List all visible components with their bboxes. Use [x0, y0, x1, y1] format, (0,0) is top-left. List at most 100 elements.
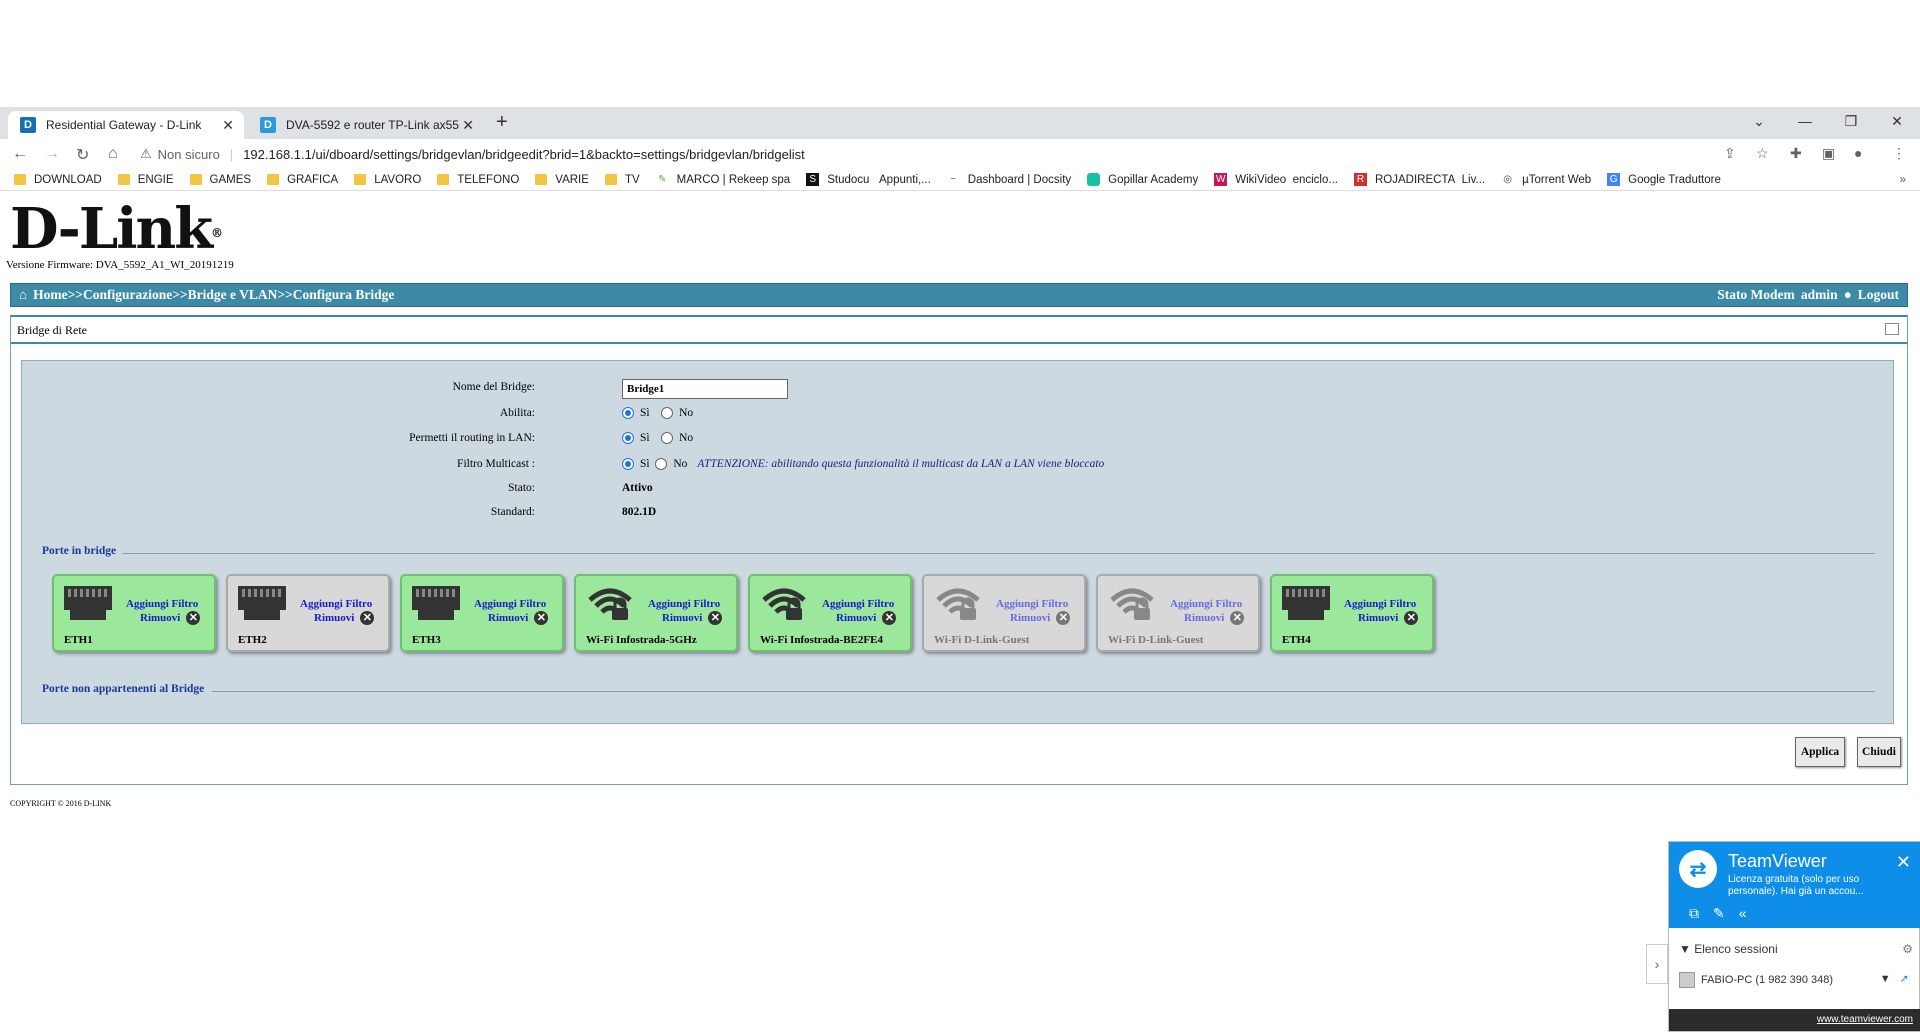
bookmark-marco[interactable]: ✎ MARCO | Rekeep spa [656, 173, 790, 186]
apply-button[interactable]: Applica [1795, 737, 1845, 767]
remove-link[interactable]: Rimuovi ✕ [140, 611, 201, 625]
session-actions[interactable]: ▼ ➚ [1880, 972, 1909, 985]
port-tile[interactable]: Aggiungi Filtro Rimuovi ✕ Wi-Fi Infostrad… [748, 574, 912, 652]
bookmark-lavoro[interactable]: LAVORO [354, 174, 421, 186]
remove-icon[interactable]: ✕ [882, 611, 897, 625]
bookmark-translate[interactable]: G Google Traduttore [1607, 173, 1721, 186]
add-filter-link[interactable]: Aggiungi Filtro [1344, 598, 1416, 610]
remove-icon[interactable]: ✕ [360, 611, 375, 625]
add-filter-link[interactable]: Aggiungi Filtro [300, 598, 372, 610]
stato-modem-link[interactable]: Stato Modem [1717, 287, 1795, 303]
share-icon[interactable]: ⇪ [1724, 145, 1736, 162]
tools-icon[interactable]: ✎ [1713, 905, 1725, 922]
remove-link[interactable]: Rimuovi ✕ [836, 611, 897, 625]
teamviewer-link[interactable]: www.teamviewer.com [1669, 1009, 1920, 1031]
remove-icon[interactable]: ✕ [1230, 611, 1245, 625]
forward-icon[interactable]: → [44, 145, 60, 163]
remove-link[interactable]: Rimuovi ✕ [662, 611, 723, 625]
bookmark-games[interactable]: GAMES [189, 174, 251, 186]
tab-residential-gateway[interactable]: D Residential Gateway - D-Link ✕ [8, 111, 244, 139]
bookmark-telefono[interactable]: TELEFONO [437, 174, 519, 186]
minimize-button[interactable]: — [1782, 107, 1828, 139]
bookmark-wikivideo[interactable]: W WikiVideo enciclo... [1214, 173, 1338, 186]
port-tile[interactable]: Aggiungi Filtro Rimuovi ✕ ETH1 [52, 574, 216, 652]
address-bar[interactable]: ⚠ Non sicuro | 192.168.1.1/ui/dboard/set… [140, 142, 1740, 166]
bookmark-rojadirecta[interactable]: R ROJADIRECTA Liv... [1353, 173, 1485, 186]
wifi-lock-icon [762, 588, 806, 620]
add-filter-link[interactable]: Aggiungi Filtro [996, 598, 1068, 610]
routing-no-radio[interactable] [661, 432, 674, 444]
menu-icon[interactable]: ⋮ [1892, 145, 1906, 162]
new-tab-button[interactable]: + [496, 111, 508, 134]
extensions-icon[interactable]: ✚ [1790, 145, 1802, 162]
tab-dva-5592[interactable]: D DVA-5592 e router TP-Link ax55 ✕ [248, 111, 484, 139]
port-tile[interactable]: Aggiungi Filtro Rimuovi ✕ ETH3 [400, 574, 564, 652]
breadcrumb[interactable]: Home>>Configurazione>>Bridge e VLAN>>Con… [33, 287, 394, 303]
add-filter-link[interactable]: Aggiungi Filtro [474, 598, 546, 610]
remove-link[interactable]: Rimuovi ✕ [488, 611, 549, 625]
collapse-icon[interactable]: « [1739, 905, 1747, 921]
connect-icon[interactable]: ➚ [1900, 973, 1909, 985]
remove-link[interactable]: Rimuovi ✕ [1010, 611, 1071, 625]
bookmark-gopillar[interactable]: Gopillar Academy [1087, 173, 1198, 186]
close-icon[interactable]: ✕ [1896, 852, 1911, 873]
port-tile[interactable]: Aggiungi Filtro Rimuovi ✕ Wi-Fi Infostrad… [574, 574, 738, 652]
more-bookmarks-icon[interactable]: » [1900, 174, 1906, 186]
remove-link[interactable]: Rimuovi ✕ [1358, 611, 1419, 625]
copy-icon[interactable]: ⧉ [1689, 905, 1699, 922]
bookmark-docsity[interactable]: ~ Dashboard | Docsity [947, 173, 1071, 186]
remove-icon[interactable]: ✕ [708, 611, 723, 625]
gear-icon[interactable]: ⚙ [1902, 942, 1913, 956]
abilita-no-radio[interactable] [661, 407, 674, 419]
sidepanel-icon[interactable]: ▣ [1822, 145, 1835, 162]
port-tile[interactable]: Aggiungi Filtro Rimuovi ✕ Wi-Fi D-Link-Gu… [1096, 574, 1260, 652]
bookmark-engie[interactable]: ENGIE [117, 174, 174, 186]
restore-button[interactable]: ❐ [1828, 107, 1874, 139]
port-tile[interactable]: Aggiungi Filtro Rimuovi ✕ Wi-Fi D-Link-Gu… [922, 574, 1086, 652]
close-button[interactable]: Chiudi [1857, 737, 1901, 767]
profile-avatar[interactable]: ● [1854, 145, 1862, 161]
filtro-si-radio[interactable] [622, 458, 634, 470]
logout-link[interactable]: Logout [1858, 287, 1899, 303]
bookmark-download[interactable]: DOWNLOAD [14, 174, 102, 186]
port-name: ETH4 [1282, 634, 1311, 646]
add-filter-link[interactable]: Aggiungi Filtro [822, 598, 894, 610]
session-item[interactable]: FABIO-PC (1 982 390 348) [1679, 972, 1833, 988]
back-icon[interactable]: ← [12, 145, 28, 163]
close-window-button[interactable]: ✕ [1874, 107, 1920, 139]
filtro-no-radio[interactable] [655, 458, 668, 470]
bookmark-tv[interactable]: TV [604, 174, 640, 186]
wifi-lock-icon [936, 588, 980, 620]
sessions-header[interactable]: ▼ Elenco sessioni [1679, 942, 1778, 956]
add-filter-link[interactable]: Aggiungi Filtro [1170, 598, 1242, 610]
remove-link[interactable]: Rimuovi ✕ [314, 611, 375, 625]
port-tile[interactable]: Aggiungi Filtro Rimuovi ✕ ETH2 [226, 574, 390, 652]
remove-icon[interactable]: ✕ [1056, 611, 1071, 625]
bookmark-varie[interactable]: VARIE [535, 174, 589, 186]
add-filter-link[interactable]: Aggiungi Filtro [648, 598, 720, 610]
home-icon[interactable]: ⌂ [19, 287, 27, 303]
abilita-si-radio[interactable] [622, 407, 634, 419]
star-icon[interactable]: ☆ [1756, 145, 1769, 162]
top-navbar: ⌂ Home>>Configurazione>>Bridge e VLAN>>C… [10, 283, 1908, 307]
remove-link[interactable]: Rimuovi ✕ [1184, 611, 1245, 625]
bridge-name-input[interactable] [622, 379, 788, 399]
home-icon[interactable]: ⌂ [108, 145, 118, 163]
routing-si-radio[interactable] [622, 432, 634, 444]
port-tile[interactable]: Aggiungi Filtro Rimuovi ✕ ETH4 [1270, 574, 1434, 652]
porte-in-bridge-heading: Porte in bridge [42, 545, 117, 557]
bookmark-utorrent[interactable]: ◎ µTorrent Web [1501, 173, 1591, 186]
remove-icon[interactable]: ✕ [186, 611, 201, 625]
close-tab-icon[interactable]: ✕ [222, 117, 234, 134]
expand-panel-icon[interactable]: › [1646, 944, 1668, 984]
expand-icon[interactable] [1885, 323, 1899, 335]
add-filter-link[interactable]: Aggiungi Filtro [126, 598, 198, 610]
remove-icon[interactable]: ✕ [534, 611, 549, 625]
reload-icon[interactable]: ↻ [76, 145, 89, 165]
remove-icon[interactable]: ✕ [1404, 611, 1419, 625]
close-tab-icon[interactable]: ✕ [462, 117, 474, 134]
tab-search-icon[interactable]: ⌄ [1736, 107, 1782, 139]
bookmark-studocu[interactable]: S Studocu Appunti,... [806, 173, 931, 186]
folder-icon [117, 174, 130, 185]
bookmark-grafica[interactable]: GRAFICA [267, 174, 338, 186]
